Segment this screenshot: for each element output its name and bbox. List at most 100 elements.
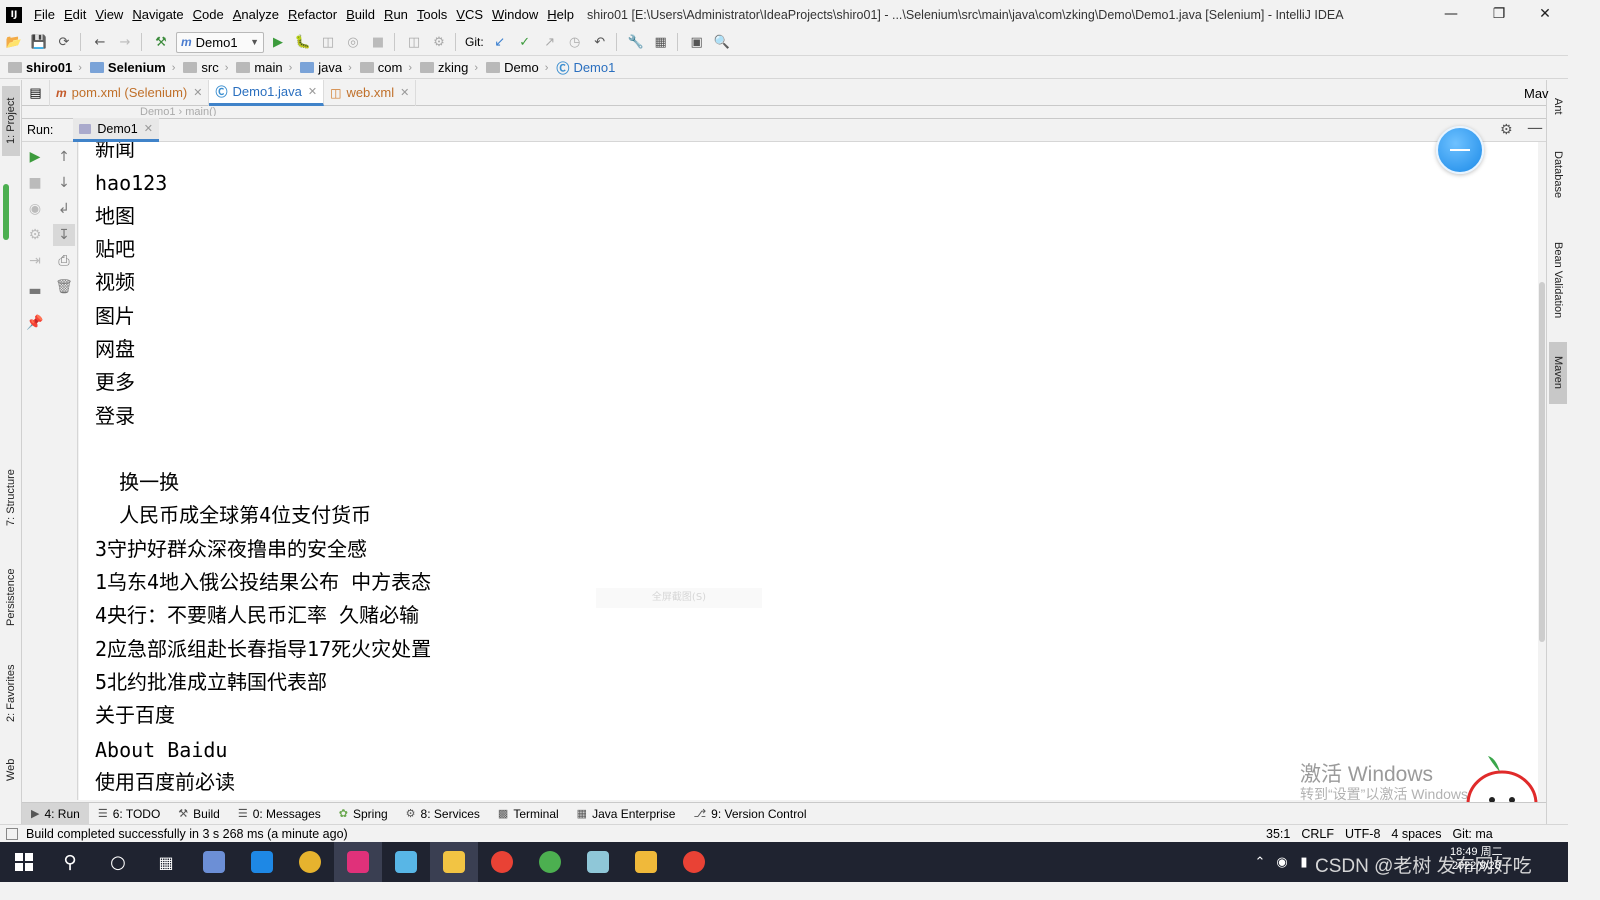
tab-pom-xml[interactable]: m pom.xml (Selenium) ✕ [50, 79, 210, 106]
presentation-icon[interactable]: ▣ [686, 31, 708, 53]
breadcrumb-item[interactable]: Demo › [486, 60, 548, 75]
run-config-select[interactable]: m Demo1 ▼ [176, 31, 264, 53]
menu-analyze[interactable]: Analyze [233, 7, 279, 22]
tab-services[interactable]: ⚙ 8: Services [397, 803, 489, 825]
tool-windows-toggle-icon[interactable] [6, 828, 18, 840]
minimize-panel-icon[interactable]: — [1527, 118, 1543, 137]
app-icon-1[interactable] [190, 842, 238, 882]
breadcrumb-item[interactable]: src › [183, 60, 228, 75]
stop-icon[interactable]: ■ [367, 31, 389, 53]
floating-assistant-ball[interactable] [1436, 126, 1484, 174]
tool-tab-project[interactable]: 1: Project [2, 86, 20, 156]
menu-view[interactable]: View [95, 7, 123, 22]
line-separator[interactable]: CRLF [1301, 827, 1334, 841]
forward-arrow-icon[interactable]: → [114, 31, 136, 53]
chrome-icon[interactable] [478, 842, 526, 882]
breadcrumb-item[interactable]: main › [236, 60, 292, 75]
app-icon-2[interactable] [238, 842, 286, 882]
close-tab-icon[interactable]: ✕ [144, 122, 153, 135]
tool-tab-maven[interactable]: Maven [1549, 342, 1567, 404]
tab-run[interactable]: ▶ 4: Run [22, 802, 89, 825]
menu-navigate[interactable]: Navigate [132, 7, 183, 22]
tab-messages[interactable]: ☰ 0: Messages [229, 803, 330, 825]
breadcrumb-item[interactable]: zking › [420, 60, 478, 75]
menu-refactor[interactable]: Refactor [288, 7, 337, 22]
sync-icon[interactable]: ⟳ [53, 31, 75, 53]
file-encoding[interactable]: UTF-8 [1345, 827, 1380, 841]
close-tab-icon[interactable]: ✕ [400, 86, 409, 99]
close-tab-icon[interactable]: ✕ [308, 85, 317, 98]
tab-terminal[interactable]: ▩ Terminal [489, 803, 568, 825]
file-explorer-icon[interactable] [622, 842, 670, 882]
maven-panel-label[interactable]: Mav [1524, 86, 1566, 101]
cortana-icon[interactable]: ○ [94, 842, 142, 882]
pin-icon[interactable]: 📌 [24, 312, 46, 334]
tab-java-enterprise[interactable]: ▦ Java Enterprise [568, 803, 685, 825]
update-running-app-icon[interactable]: ◫ [403, 31, 425, 53]
project-view-toggle-icon[interactable]: ▤ [22, 79, 50, 106]
tool-tab-persistence[interactable]: Persistence [2, 558, 20, 636]
rerun-icon[interactable]: ▶ [24, 146, 46, 168]
tab-web-xml[interactable]: ◫ web.xml ✕ [324, 79, 417, 106]
git-history-icon[interactable]: ◷ [564, 31, 586, 53]
camera-icon[interactable]: ◉ [24, 198, 46, 220]
run-tab-demo1[interactable]: Demo1 ✕ [73, 118, 159, 142]
breadcrumb-item[interactable]: com › [359, 60, 412, 75]
save-all-icon[interactable]: 💾 [28, 31, 50, 53]
minimize-window-button[interactable]: — [1428, 0, 1474, 29]
print-icon[interactable]: ⎙ [53, 250, 75, 272]
git-push-icon[interactable]: ↗ [539, 31, 561, 53]
git-rollback-icon[interactable]: ↶ [589, 31, 611, 53]
build-hammer-icon[interactable]: ⚒ [150, 31, 172, 53]
settings-wrench-icon[interactable]: 🔧 [625, 31, 647, 53]
scroll-to-end-icon[interactable]: ↧ [53, 224, 75, 246]
tool-tab-database[interactable]: Database [1549, 138, 1567, 212]
git-update-icon[interactable]: ↙ [489, 31, 511, 53]
tab-demo1-java[interactable]: Ⓒ Demo1.java ✕ [209, 79, 325, 106]
menu-help[interactable]: Help [547, 7, 574, 22]
run-icon[interactable]: ▶ [267, 31, 289, 53]
tool-tab-bean-validation[interactable]: Bean Validation [1549, 226, 1567, 334]
attach-debugger-icon[interactable]: ⚙ [428, 31, 450, 53]
app-icon-3[interactable] [286, 842, 334, 882]
breadcrumb-item[interactable]: Ⓒ Demo1 [556, 58, 615, 77]
debug-icon[interactable]: 🐛 [292, 31, 314, 53]
exit-icon[interactable]: ⇥ [24, 250, 46, 272]
tab-todo[interactable]: ☰ 6: TODO [89, 803, 169, 825]
windows-start-icon[interactable] [0, 842, 48, 882]
caret-position[interactable]: 35:1 [1266, 827, 1290, 841]
menu-tools[interactable]: Tools [417, 7, 447, 22]
app-icon-8[interactable] [526, 842, 574, 882]
open-folder-icon[interactable]: 📂 [3, 31, 25, 53]
tool-tab-favorites[interactable]: 2: Favorites [2, 654, 20, 732]
profile-icon[interactable]: ◎ [342, 31, 364, 53]
project-structure-icon[interactable]: ▦ [650, 31, 672, 53]
gear-icon[interactable]: ⚙ [1500, 122, 1513, 138]
menu-file[interactable]: File [34, 7, 55, 22]
restore-window-button[interactable]: ❐ [1476, 0, 1522, 29]
run-with-coverage-icon[interactable]: ◫ [317, 31, 339, 53]
task-view-icon[interactable]: ▦ [142, 842, 190, 882]
breadcrumb-item[interactable]: Selenium › [89, 60, 175, 75]
indent-setting[interactable]: 4 spaces [1391, 827, 1441, 841]
breadcrumb-item[interactable]: shiro01 › [8, 60, 82, 75]
search-icon[interactable]: 🔍 [711, 31, 733, 53]
console-scrollbar[interactable] [1538, 142, 1546, 800]
breadcrumb-item[interactable]: java › [300, 60, 352, 75]
soft-wrap-icon[interactable]: ↲ [53, 198, 75, 220]
scroll-up-icon[interactable]: ↑ [53, 146, 75, 168]
intellij-taskbar-icon[interactable] [334, 842, 382, 882]
close-tab-icon[interactable]: ✕ [193, 86, 202, 99]
menu-build[interactable]: Build [346, 7, 375, 22]
menu-run[interactable]: Run [384, 7, 408, 22]
console-output[interactable]: 新闻 hao123 地图 贴吧 视频 图片 网盘 更多 登录 换一换 人民币成全… [79, 142, 1538, 800]
app-icon-6[interactable] [430, 842, 478, 882]
git-branch[interactable]: Git: ma [1452, 827, 1492, 841]
status-message[interactable]: Build completed successfully in 3 s 268 … [26, 827, 348, 841]
taskbar-clock[interactable]: 18:49 周二 2022/9/28 [1450, 845, 1503, 873]
menu-vcs[interactable]: VCS [456, 7, 483, 22]
restore-layout-icon[interactable]: ⚙ [24, 224, 46, 246]
app-icon-9[interactable] [574, 842, 622, 882]
stop-icon[interactable]: ■ [24, 172, 46, 194]
layout-icon[interactable]: ▬ [24, 280, 46, 302]
